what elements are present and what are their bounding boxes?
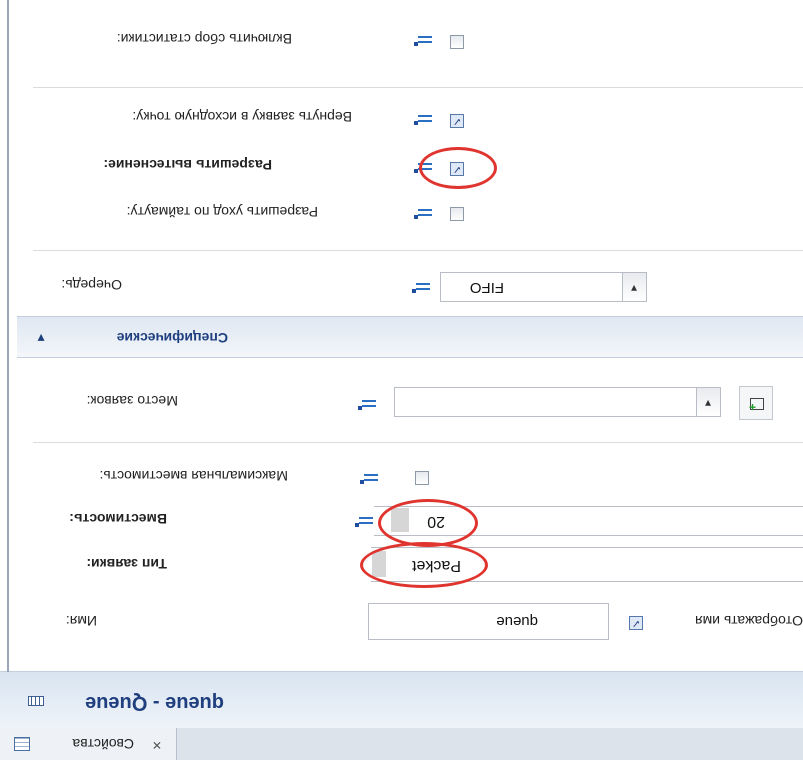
display-name-label: Отображать имя	[695, 613, 803, 629]
max-capacity-label: Максимальная вместимость:	[99, 468, 288, 484]
name-value: queue	[496, 613, 538, 630]
allow-preemption-label: Разрешить вытеснение:	[103, 157, 272, 173]
collect-statistics-label: Включить сбор статистики:	[116, 31, 292, 47]
properties-header: queue - Queue	[0, 671, 803, 728]
max-capacity-checkbox[interactable]	[415, 471, 429, 485]
collapse-chevron-icon[interactable]: ▼	[35, 331, 47, 345]
location-dropdown-button[interactable]: ▼	[695, 387, 721, 417]
static-value-icon[interactable]	[360, 472, 378, 484]
name-label: Имя:	[65, 613, 97, 629]
request-type-label: Тип заявки:	[86, 556, 167, 572]
name-field[interactable]: queue	[368, 603, 609, 640]
return-to-origin-label: Вернуть заявку в исходную точку:	[132, 109, 352, 125]
divider	[33, 250, 803, 251]
annotation-circle-capacity	[378, 499, 478, 547]
static-value-icon[interactable]	[414, 113, 432, 125]
section-specific-header[interactable]: Специфические ▼	[17, 316, 803, 358]
annotation-circle-request-type	[360, 542, 488, 588]
queue-object-icon	[28, 696, 44, 706]
location-label: Место заявок:	[86, 393, 178, 409]
display-name-checkbox[interactable]: ✓	[629, 616, 643, 630]
header-title: queue - Queue	[85, 692, 224, 714]
section-specific-title: Специфические	[116, 330, 228, 346]
static-value-icon[interactable]	[355, 515, 373, 527]
static-value-icon[interactable]	[358, 398, 376, 410]
queue-order-field[interactable]: FIFO	[440, 272, 623, 302]
properties-view-icon	[14, 737, 30, 751]
queue-order-value: FIFO	[469, 279, 504, 296]
queue-order-dropdown-button[interactable]: ▼	[621, 272, 647, 302]
capacity-label: Вместимость:	[69, 511, 167, 527]
annotation-circle-allow-preemption	[419, 147, 497, 189]
location-field[interactable]	[394, 387, 697, 417]
divider	[33, 87, 803, 88]
new-location-plus: +	[748, 400, 756, 414]
new-location-button[interactable]: +	[739, 386, 773, 420]
static-value-icon[interactable]	[412, 281, 430, 293]
collect-statistics-checkbox[interactable]	[450, 35, 464, 49]
allow-timeout-exit-checkbox[interactable]	[450, 207, 464, 221]
tab-properties[interactable]: ✕ Свойства	[0, 728, 177, 760]
static-value-icon[interactable]	[414, 207, 432, 219]
return-to-origin-checkbox[interactable]: ✓	[450, 114, 464, 128]
allow-timeout-exit-label: Разрешить уход по таймауту:	[126, 204, 318, 220]
properties-panel: ✕ Свойства queue - Queue Отображать имя …	[0, 0, 803, 760]
panel-right-border	[7, 0, 9, 672]
divider	[33, 442, 803, 443]
tab-close-icon[interactable]: ✕	[152, 738, 162, 752]
static-value-icon[interactable]	[414, 34, 432, 46]
queue-order-label: Очередь:	[61, 277, 122, 293]
tab-properties-label: Свойства	[72, 736, 134, 752]
